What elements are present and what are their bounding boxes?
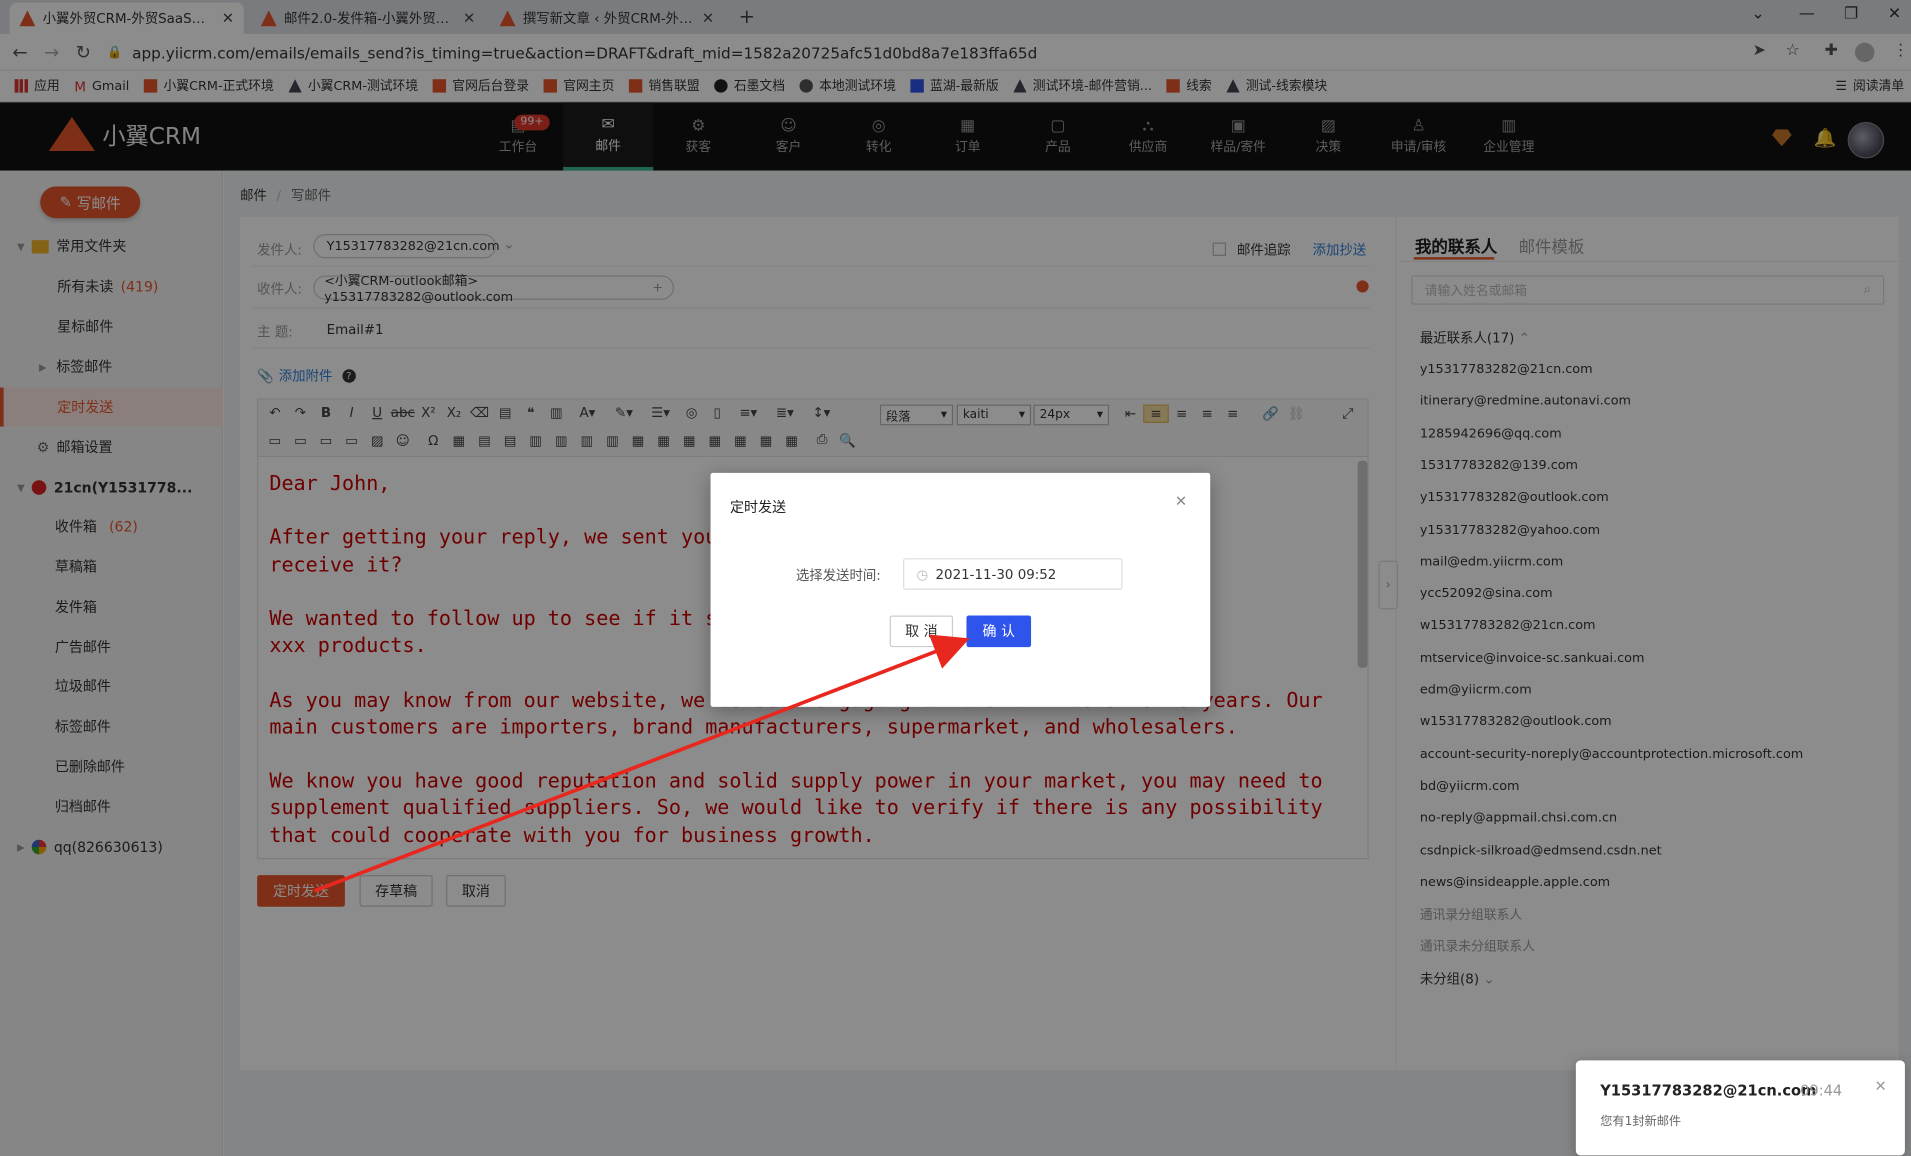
new-mail-toast[interactable] bbox=[1575, 1060, 1905, 1156]
toast-time: 09:44 bbox=[1800, 1082, 1843, 1100]
toast-sender: Y15317783282@21cn.com bbox=[1600, 1082, 1817, 1100]
annotation-arrow bbox=[313, 634, 970, 893]
toast-message: 您有1封新邮件 bbox=[1600, 1115, 1682, 1129]
toast-close-icon[interactable]: ✕ bbox=[1874, 1077, 1886, 1094]
